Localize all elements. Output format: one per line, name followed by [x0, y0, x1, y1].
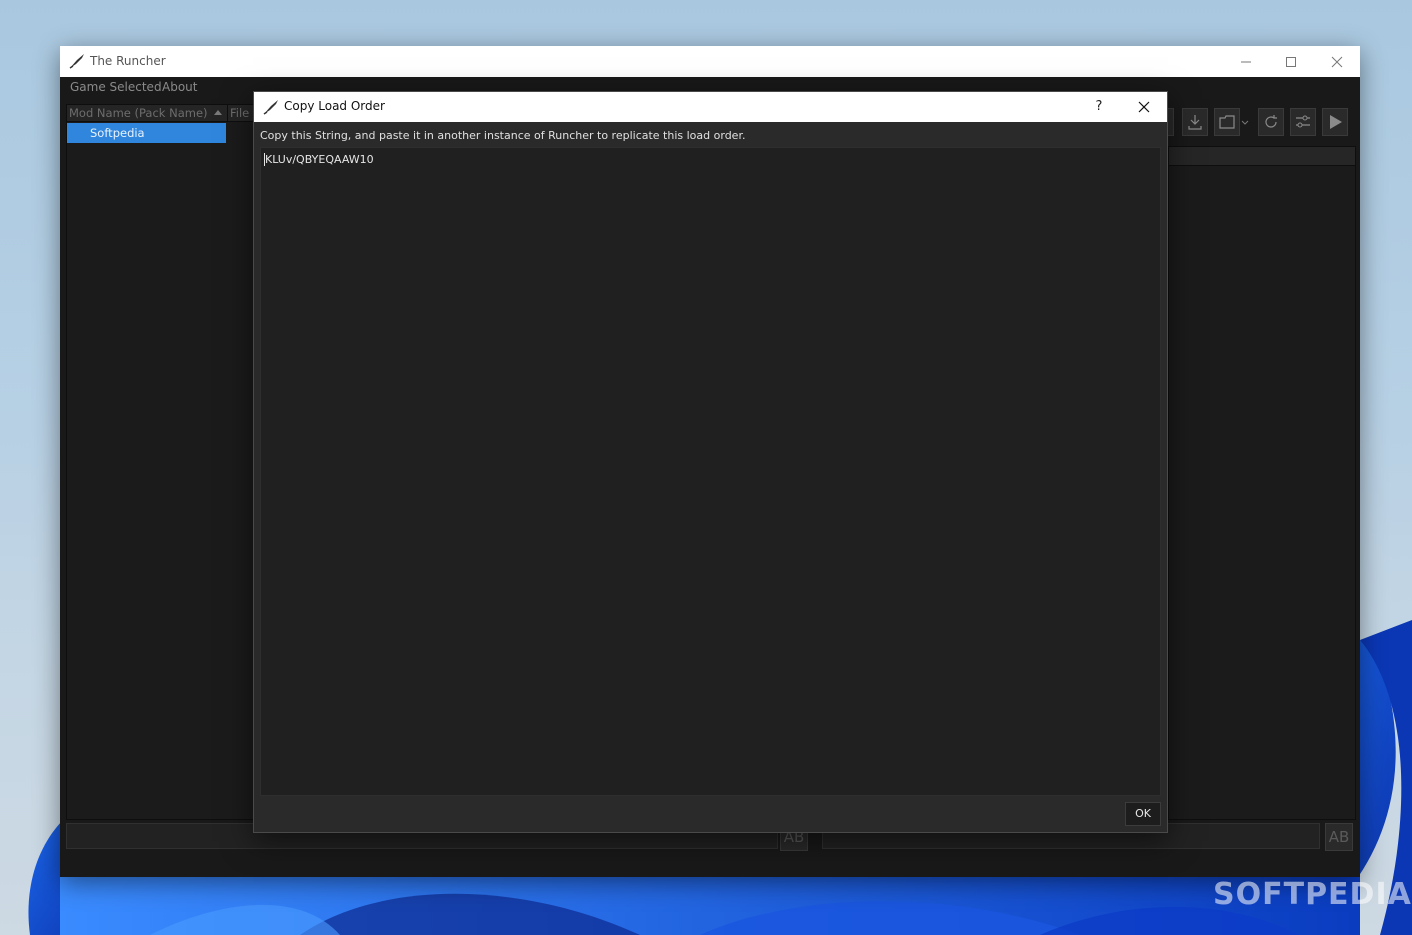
download-icon — [1188, 115, 1202, 130]
minimize-button[interactable] — [1223, 46, 1269, 77]
dialog-title: Copy Load Order — [284, 99, 385, 113]
right-panel-header — [1169, 147, 1355, 166]
refresh-icon — [1265, 115, 1277, 128]
load-order-text-area[interactable]: KLUv/QBYEQAAW10 — [260, 147, 1161, 796]
window-titlebar[interactable]: The Runcher — [60, 46, 1360, 77]
maximize-icon — [1286, 56, 1296, 67]
softpedia-watermark: SOFTPEDIA — [1213, 877, 1412, 912]
window-title: The Runcher — [90, 54, 166, 68]
toolbar — [1164, 108, 1354, 140]
regex-toggle-right[interactable]: AB — [1325, 823, 1353, 851]
play-icon — [1330, 115, 1342, 129]
close-icon — [1331, 56, 1343, 67]
chevron-down-icon — [1241, 120, 1249, 125]
settings-button[interactable] — [1290, 108, 1316, 136]
close-icon — [1138, 101, 1150, 113]
maximize-button[interactable] — [1268, 46, 1314, 77]
settings-sliders-icon — [1296, 115, 1310, 128]
menu-about[interactable]: About — [162, 80, 197, 94]
copy-load-order-dialog: Copy Load Order ? Copy this String, and … — [253, 91, 1168, 833]
help-button[interactable]: ? — [1086, 92, 1112, 122]
right-panel — [1168, 146, 1356, 820]
table-row[interactable]: Softpedia — [67, 123, 226, 143]
folder-icon — [1219, 115, 1235, 129]
dialog-titlebar[interactable]: Copy Load Order ? — [254, 92, 1167, 122]
mod-name-cell: Softpedia — [90, 126, 145, 140]
open-folder-button[interactable] — [1214, 108, 1240, 136]
sort-ascending-icon — [214, 110, 222, 115]
dialog-description: Copy this String, and paste it in anothe… — [260, 129, 746, 142]
dialog-close-button[interactable] — [1126, 92, 1162, 122]
menu-game-selected[interactable]: Game Selected — [70, 80, 162, 94]
column-header-label: Mod Name (Pack Name) — [69, 106, 208, 120]
load-order-string[interactable]: KLUv/QBYEQAAW10 — [265, 153, 374, 166]
close-button[interactable] — [1314, 46, 1360, 77]
quill-app-icon — [263, 100, 278, 115]
quill-app-icon — [69, 54, 84, 69]
minimize-icon — [1241, 61, 1251, 62]
ok-button[interactable]: OK — [1125, 802, 1161, 826]
launch-game-button[interactable] — [1322, 108, 1348, 136]
download-button[interactable] — [1182, 108, 1208, 136]
refresh-button[interactable] — [1258, 108, 1284, 136]
folder-dropdown-button[interactable] — [1241, 108, 1249, 136]
